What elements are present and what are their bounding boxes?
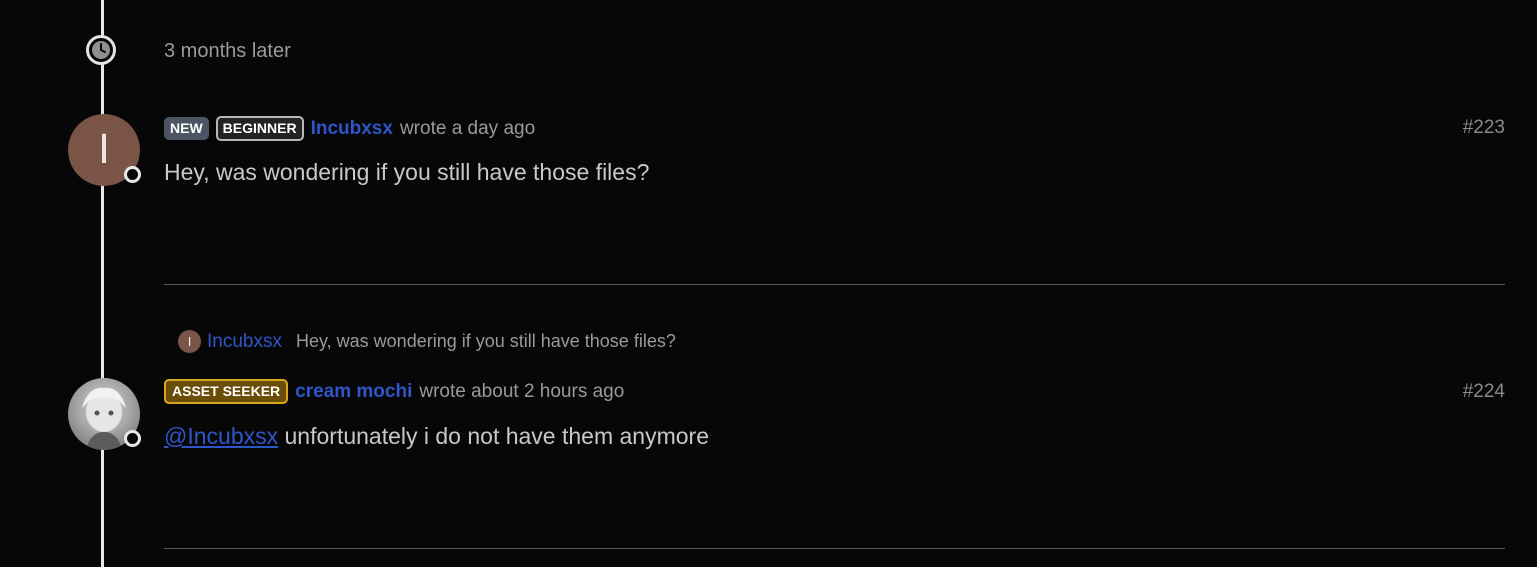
mention-link[interactable]: @Incubxsx — [164, 423, 278, 449]
online-status-dot — [124, 166, 141, 183]
badge-asset-seeker[interactable]: ASSET SEEKER — [164, 379, 289, 404]
reply-avatar: I — [178, 330, 201, 353]
reply-excerpt: Hey, was wondering if you still have tho… — [295, 331, 676, 351]
post-number[interactable]: #223 — [1463, 117, 1505, 139]
timeline-line — [101, 0, 104, 567]
topic-timeline: 3 months later I NEW BEGINNER Incubxsx w… — [0, 0, 1537, 567]
post-header: NEW BEGINNER Incubxsx wrote a day ago — [164, 116, 535, 141]
post-divider — [164, 284, 1505, 285]
badge-beginner[interactable]: BEGINNER — [215, 116, 304, 141]
online-status-dot — [124, 430, 141, 447]
post-body: @Incubxsx unfortunately i do not have th… — [164, 423, 709, 450]
post-body: Hey, was wondering if you still have tho… — [164, 159, 650, 185]
author-link[interactable]: cream mochi — [295, 381, 412, 403]
reply-avatar-letter: I — [187, 334, 192, 349]
reply-reference[interactable]: I Incubxsx Hey, was wondering if you sti… — [178, 330, 676, 353]
clock-icon — [86, 35, 116, 65]
post-header: ASSET SEEKER cream mochi wrote about 2 h… — [164, 379, 624, 404]
time-gap-label: 3 months later — [164, 40, 291, 62]
post-number[interactable]: #224 — [1463, 381, 1505, 403]
avatar-letter: I — [98, 127, 110, 173]
reply-author-link[interactable]: Incubxsx — [207, 331, 282, 353]
badge-new[interactable]: NEW — [164, 117, 209, 140]
post-meta: wrote a day ago — [399, 117, 536, 139]
post-meta: wrote about 2 hours ago — [419, 380, 625, 402]
post-body-text: unfortunately i do not have them anymore — [284, 423, 709, 449]
post-divider — [164, 548, 1505, 549]
author-link[interactable]: Incubxsx — [311, 118, 393, 140]
